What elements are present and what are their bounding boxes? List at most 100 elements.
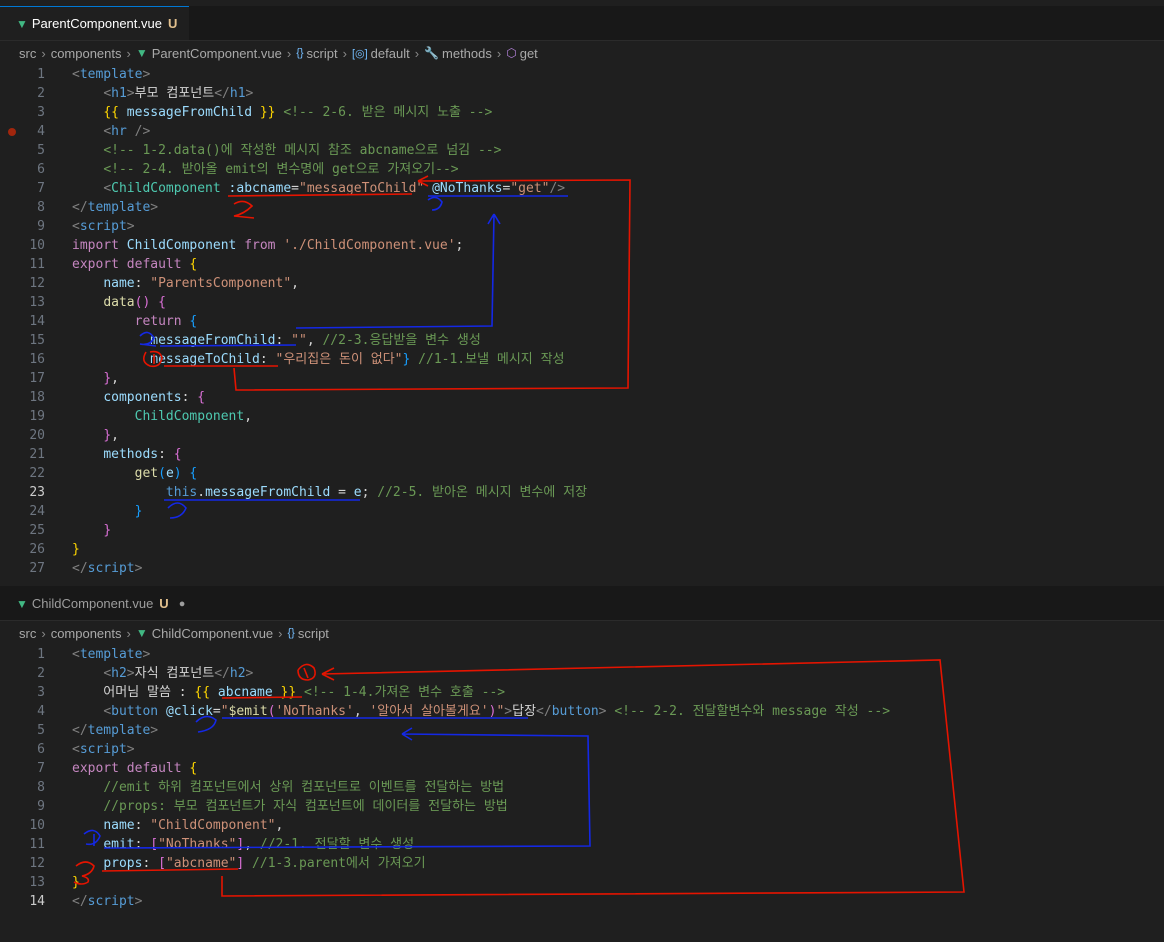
line-number: 6	[37, 742, 45, 757]
line-number: 22	[29, 466, 45, 481]
breadcrumb-get[interactable]: get	[520, 46, 538, 61]
code-line[interactable]: 5 <!-- 1-2.data()에 작성한 메시지 참조 abcname으로 …	[0, 141, 1164, 160]
code-token: <	[72, 219, 80, 234]
code-token: <!-- 2-2. 전달할변수와 message 작성 -->	[614, 704, 891, 719]
code-line[interactable]: 21 methods: {	[0, 445, 1164, 464]
code-line[interactable]: 24 }	[0, 502, 1164, 521]
code-line[interactable]: 3 어머님 말씀 : {{ abcname }} <!-- 1-4.가져온 변수…	[0, 683, 1164, 702]
code-line[interactable]: 5 </template>	[0, 721, 1164, 740]
code-line[interactable]: 12 name: "ParentsComponent",	[0, 274, 1164, 293]
breadcrumb-script[interactable]: script	[298, 626, 329, 641]
code-line[interactable]: 11 export default {	[0, 255, 1164, 274]
parent-tab-bar: ▼ ParentComponent.vue U	[0, 6, 1164, 41]
code-line[interactable]: 6 <!-- 2-4. 받아올 emit의 변수명에 get으로 가져오기-->	[0, 160, 1164, 179]
breadcrumb-src[interactable]: src	[19, 626, 36, 641]
code-line[interactable]: 8 //emit 하위 컴포넌트에서 상위 컴포넌트로 이벤트를 전달하는 방법	[0, 778, 1164, 797]
tab-child-component[interactable]: ▼ ChildComponent.vue U ●	[0, 586, 198, 620]
line-number: 11	[29, 837, 45, 852]
breadcrumb-methods[interactable]: methods	[442, 46, 492, 61]
code-token: template	[79, 647, 143, 662]
tab-label: ChildComponent.vue	[31, 596, 154, 611]
git-untracked-badge: U	[159, 596, 169, 611]
code-text: components: {	[72, 388, 205, 407]
code-token: //emit 하위 컴포넌트에서 상위 컴포넌트로 이벤트를 전달하는 방법	[103, 780, 505, 795]
breadcrumb-components[interactable]: components	[51, 46, 122, 61]
breadcrumb-default[interactable]: default	[371, 46, 410, 61]
code-line[interactable]: 17 },	[0, 369, 1164, 388]
code-line[interactable]: 13}	[0, 873, 1164, 892]
code-line[interactable]: 23 this.messageFromChild = e; //2-5. 받아온…	[0, 483, 1164, 502]
code-editor-parent[interactable]: 1 <template> 2 <h1>부모 컴포넌트</h1> 3 {{ messag…	[0, 65, 1164, 578]
tab-parent-component[interactable]: ▼ ParentComponent.vue U	[0, 6, 190, 40]
breadcrumb: src › components › ▼ ParentComponent.vue › {…	[0, 41, 1164, 65]
breadcrumb-script[interactable]: script	[307, 46, 338, 61]
code-line[interactable]: 19 ChildComponent,	[0, 407, 1164, 426]
line-number: 14	[29, 314, 45, 329]
code-token: default	[126, 761, 182, 776]
code-line[interactable]: 8 </template>	[0, 198, 1164, 217]
breadcrumb-file[interactable]: ChildComponent.vue	[152, 626, 273, 641]
code-line[interactable]: 14 return {	[0, 312, 1164, 331]
code-line[interactable]: 7 export default {	[0, 759, 1164, 778]
code-line[interactable]: 20 },	[0, 426, 1164, 445]
code-line[interactable]: 2 <h1>부모 컴포넌트</h1>	[0, 84, 1164, 103]
code-line[interactable]: 11 emit: ["NoThanks"], //2-1. 전달할 변수 생성	[0, 835, 1164, 854]
code-token: >	[245, 86, 254, 101]
code-line[interactable]: 26}	[0, 540, 1164, 559]
code-token: .	[197, 485, 206, 500]
code-token: >	[126, 219, 135, 234]
code-line[interactable]: 7 <ChildComponent :abcname="messageToChi…	[0, 179, 1164, 198]
line-number: 2	[37, 666, 45, 681]
code-line[interactable]: 4 <button @click="$emit('NoThanks', '알아서…	[0, 702, 1164, 721]
code-line[interactable]: 10 name: "ChildComponent",	[0, 816, 1164, 835]
code-token: h1	[229, 86, 246, 101]
dot-icon[interactable]: ●	[179, 598, 186, 610]
object-icon: [◎]	[351, 47, 368, 60]
code-line[interactable]: 6 <script>	[0, 740, 1164, 759]
code-line[interactable]: 16 messageToChild: "우리집은 돈이 없다"} //1-1.보…	[0, 350, 1164, 369]
code-token: <	[103, 86, 112, 101]
code-token: //2-3.응답받을 변수 생성	[322, 333, 481, 348]
breadcrumb-src[interactable]: src	[19, 46, 36, 61]
code-line[interactable]: 13 data() {	[0, 293, 1164, 312]
code-token: {	[189, 314, 198, 329]
code-text: <script>	[72, 217, 135, 236]
breadcrumb-file[interactable]: ParentComponent.vue	[152, 46, 282, 61]
code-line[interactable]: 1 <template>	[0, 645, 1164, 664]
code-line[interactable]: 1 <template>	[0, 65, 1164, 84]
code-token: 답장	[512, 704, 537, 719]
code-text: name: "ChildComponent",	[72, 816, 283, 835]
line-number: 13	[29, 295, 45, 310]
code-line[interactable]: 3 {{ messageFromChild }} <!-- 2-6. 받은 메시…	[0, 103, 1164, 122]
code-line[interactable]: 4 <hr />	[0, 122, 1164, 141]
code-line[interactable]: 10 import ChildComponent from './ChildCom…	[0, 236, 1164, 255]
code-line[interactable]: 15 messageFromChild: "", //2-3.응답받을 변수 생…	[0, 331, 1164, 350]
code-line[interactable]: 2 <h2>자식 컴포넌트</h2>	[0, 664, 1164, 683]
code-editor-child[interactable]: 1 <template> 2 <h2>자식 컴포넌트</h2> 3 어머님 말씀 : …	[0, 645, 1164, 911]
code-text: this.messageFromChild = e; //2-5. 받아온 메시…	[72, 483, 587, 502]
breadcrumb: src › components › ▼ ChildComponent.vue › {}…	[0, 621, 1164, 645]
code-text: //emit 하위 컴포넌트에서 상위 컴포넌트로 이벤트를 전달하는 방법	[72, 778, 504, 797]
line-number: 4	[37, 124, 45, 139]
breadcrumb-components[interactable]: components	[51, 626, 122, 641]
code-line[interactable]: 14 </script>	[0, 892, 1164, 911]
code-line[interactable]: 12 props: ["abcname"] //1-3.parent에서 가져오…	[0, 854, 1164, 873]
code-line[interactable]: 25 }	[0, 521, 1164, 540]
code-text: <h1>부모 컴포넌트</h1>	[72, 84, 253, 103]
line-number: 10	[29, 818, 45, 833]
code-line[interactable]: 9 <script>	[0, 217, 1164, 236]
code-line[interactable]: 27 </script>	[0, 559, 1164, 578]
code-line[interactable]: 18 components: {	[0, 388, 1164, 407]
code-line[interactable]: 22 get(e) {	[0, 464, 1164, 483]
code-line[interactable]: 9 //props: 부모 컴포넌트가 자식 컴포넌트에 데이터를 전달하는 방…	[0, 797, 1164, 816]
